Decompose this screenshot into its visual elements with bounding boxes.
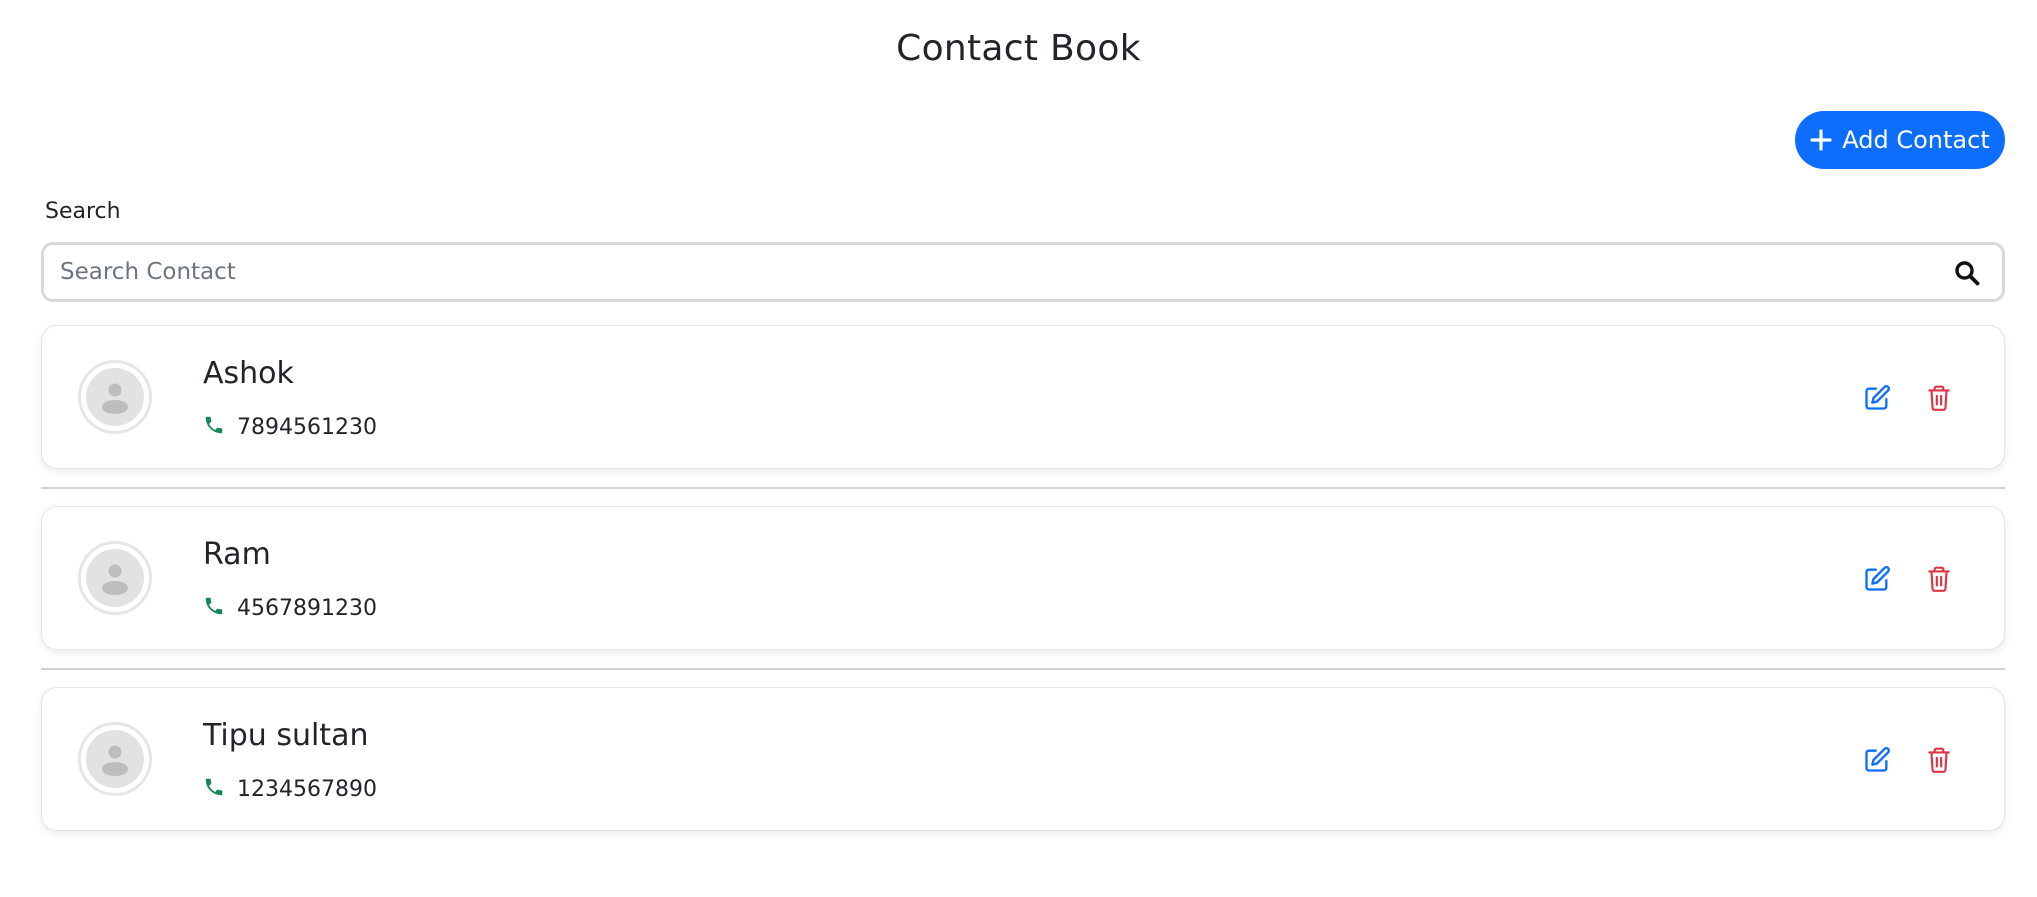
- contact-book-page: Contact Book Add Contact Search Search C…: [0, 0, 2037, 897]
- phone-number: 7894561230: [237, 414, 377, 440]
- contact-phone: 1234567890: [203, 776, 377, 802]
- contact-card: Ashok 7894561230: [41, 325, 2005, 469]
- user-icon: [86, 730, 144, 788]
- add-contact-label: Add Contact: [1842, 126, 1990, 154]
- phone-number: 1234567890: [237, 776, 377, 802]
- user-icon: [86, 368, 144, 426]
- search-label: Search: [45, 199, 121, 224]
- user-icon: [86, 549, 144, 607]
- divider: [41, 487, 2005, 489]
- trash-icon[interactable]: [1923, 382, 1955, 414]
- page-title: Contact Book: [896, 28, 1141, 69]
- contact-phone: 7894561230: [203, 414, 377, 440]
- avatar: [78, 722, 152, 796]
- search-input[interactable]: [60, 245, 1920, 299]
- avatar: [78, 541, 152, 615]
- trash-icon[interactable]: [1923, 563, 1955, 595]
- avatar: [78, 360, 152, 434]
- edit-icon[interactable]: [1861, 563, 1893, 595]
- contact-name: Ashok: [203, 356, 294, 391]
- edit-icon[interactable]: [1861, 382, 1893, 414]
- add-contact-button[interactable]: Add Contact: [1795, 111, 2005, 169]
- phone-icon: [203, 414, 225, 440]
- contact-phone: 4567891230: [203, 595, 377, 621]
- edit-icon[interactable]: [1861, 744, 1893, 776]
- search-field: [41, 242, 2005, 302]
- plus-icon: [1810, 129, 1832, 151]
- phone-icon: [203, 776, 225, 802]
- phone-icon: [203, 595, 225, 621]
- contact-card: Tipu sultan 1234567890: [41, 687, 2005, 831]
- contact-name: Tipu sultan: [203, 718, 369, 753]
- contact-name: Ram: [203, 537, 271, 572]
- search-icon[interactable]: [1954, 260, 1980, 286]
- divider: [41, 668, 2005, 670]
- phone-number: 4567891230: [237, 595, 377, 621]
- contact-card: Ram 4567891230: [41, 506, 2005, 650]
- trash-icon[interactable]: [1923, 744, 1955, 776]
